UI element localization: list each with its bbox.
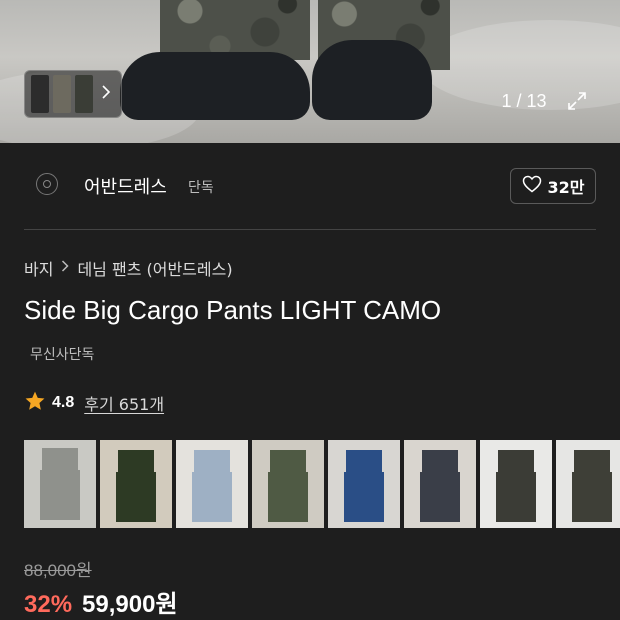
color-swatch-green-camo[interactable]: [252, 440, 324, 528]
like-button[interactable]: 32만: [510, 168, 596, 204]
shoe-left: [120, 52, 310, 120]
sale-price: 59,900원: [82, 591, 178, 618]
image-counter: 1 / 13: [501, 90, 547, 111]
rating-row: 4.8 후기 651개: [24, 390, 164, 416]
shoe-right: [312, 40, 432, 120]
chevron-right-icon: [61, 260, 70, 276]
breadcrumb-category[interactable]: 바지: [24, 256, 53, 280]
color-swatch-light-camo[interactable]: [24, 440, 96, 528]
thumbnail[interactable]: [53, 75, 71, 113]
brand-name[interactable]: 어반드레스: [84, 173, 167, 199]
price-row: 32% 59,900원: [24, 584, 178, 619]
like-count: 32만: [547, 178, 585, 197]
star-icon: [24, 390, 46, 416]
color-swatch-olive[interactable]: [100, 440, 172, 528]
discount-rate: 32%: [24, 591, 73, 618]
breadcrumb-subcategory[interactable]: 데님 팬츠 (어반드레스): [77, 256, 232, 280]
product-title: Side Big Cargo Pants LIGHT CAMO: [24, 295, 442, 325]
brand-logo[interactable]: [36, 173, 58, 195]
exclusive-label: 무신사단독: [30, 347, 95, 363]
expand-icon[interactable]: [560, 84, 594, 118]
brand-row: 어반드레스 단독 32만: [0, 143, 620, 229]
color-swatch-woodland-camo[interactable]: [556, 440, 620, 528]
product-hero-image[interactable]: 1 / 13: [0, 0, 620, 143]
chevron-right-icon[interactable]: [101, 85, 111, 103]
color-swatch-dark-wash[interactable]: [404, 440, 476, 528]
image-thumbnail-strip[interactable]: [24, 70, 122, 118]
review-link[interactable]: 후기 651개: [84, 391, 164, 415]
breadcrumb: 바지 데님 팬츠 (어반드레스): [24, 256, 233, 280]
heart-icon: [522, 175, 542, 197]
color-swatch-list: [24, 440, 620, 528]
rating-value: 4.8: [52, 394, 75, 411]
color-swatch-black-camo[interactable]: [480, 440, 552, 528]
color-swatch-blue-denim[interactable]: [328, 440, 400, 528]
divider: [24, 229, 596, 230]
thumbnail[interactable]: [31, 75, 49, 113]
original-price: 88,000원: [24, 561, 92, 580]
color-swatch-light-denim[interactable]: [176, 440, 248, 528]
brand-exclusive-tag: 단독: [188, 180, 214, 196]
thumbnail[interactable]: [75, 75, 93, 113]
pant-leg-left: [160, 0, 310, 60]
